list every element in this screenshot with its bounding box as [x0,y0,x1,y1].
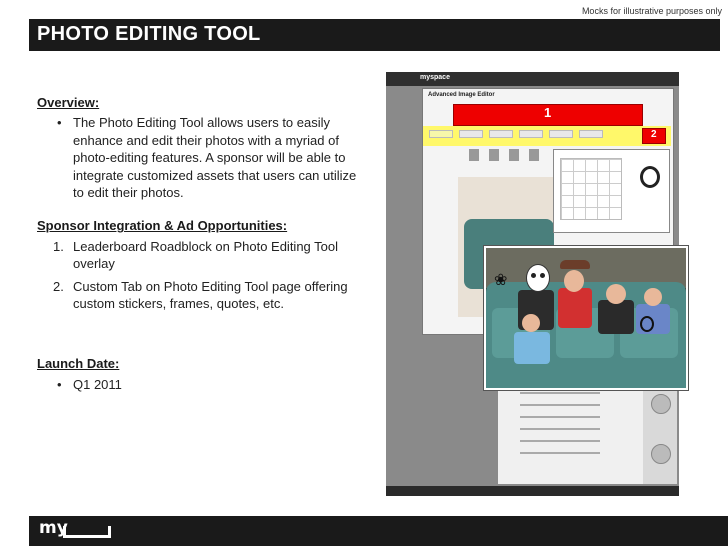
avatar-icon [651,394,671,414]
item-number: 1. [53,238,64,254]
page-title: PHOTO EDITING TOOL [37,23,261,45]
launch-bullet: Q1 2011 [57,376,367,394]
sponsor-list: 1. Leaderboard Roadblock on Photo Editing… [37,238,367,313]
sticker-panel [553,149,670,233]
overview-heading: Overview: [37,95,100,110]
screenshot-topbar: myspace [386,72,679,86]
edited-photo: ❀ [483,245,689,391]
ring-sticker-icon [640,166,660,188]
content-column: Overview: The Photo Editing Tool allows … [37,94,367,394]
launch-heading: Launch Date: [37,356,120,372]
item-text: Custom Tab on Photo Editing Tool page of… [73,278,348,312]
mustache-sticker-icon: ❀ [494,272,508,289]
sponsor-item: 2. Custom Tab on Photo Editing Tool page … [53,278,367,313]
overview-list: The Photo Editing Tool allows users to e… [37,114,367,201]
sticker-grid [560,158,622,220]
item-number: 2. [53,278,64,294]
callout-2-label: 2 [651,129,657,140]
skull-sticker-icon [526,264,550,292]
sponsor-item: 1. Leaderboard Roadblock on Photo Editing… [53,238,367,273]
logo-bracket-icon [63,526,111,538]
sponsor-heading: Sponsor Integration & Ad Opportunities: [37,218,288,234]
item-text: Leaderboard Roadblock on Photo Editing T… [73,238,339,272]
title-bar: PHOTO EDITING TOOL [29,19,720,51]
callout-1-label: 1 [544,105,552,120]
footer-bar: my [29,516,728,546]
hat-sticker-icon [560,260,590,269]
overview-bullet: The Photo Editing Tool allows users to e… [57,114,367,201]
screenshot-bottombar [386,486,679,496]
disclaimer-note: Mocks for illustrative purposes only [581,6,722,16]
dialog-title: Advanced Image Editor [428,92,495,98]
callout-1: 1 [453,104,643,126]
ring-sticker-icon [640,316,654,332]
avatar-icon [651,444,671,464]
editor-tabs [429,130,639,138]
screenshot-logo: myspace [420,74,450,81]
launch-list: Q1 2011 [37,376,367,394]
callout-2: 2 [642,128,666,144]
editor-toolbar [469,149,539,161]
